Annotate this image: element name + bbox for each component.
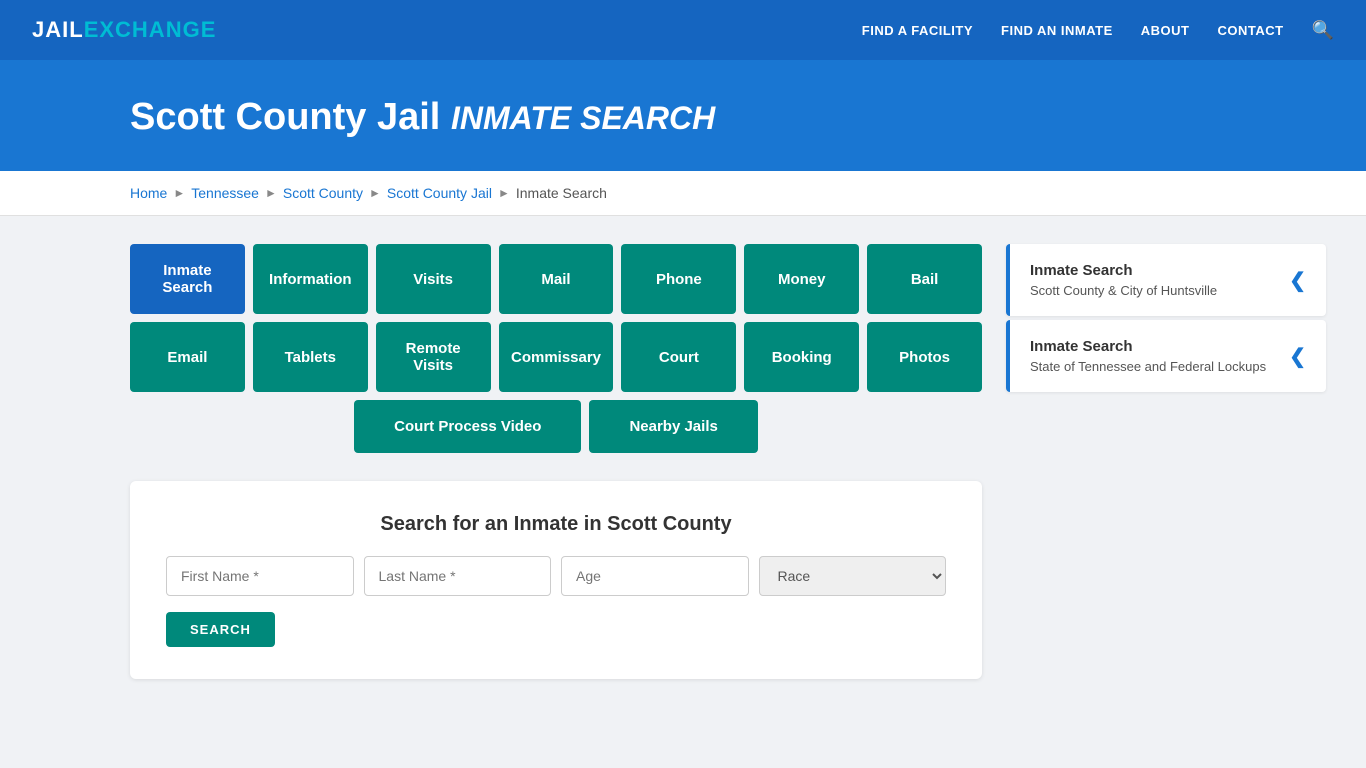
main-wrapper: Inmate Search Information Visits Mail Ph… [0,216,1366,707]
first-name-input[interactable] [166,556,354,596]
nav-find-inmate[interactable]: FIND AN INMATE [1001,23,1113,38]
search-fields: Race White Black Hispanic Asian Other [166,556,946,596]
nav-btn-visits[interactable]: Visits [376,244,491,314]
nav-btn-tablets[interactable]: Tablets [253,322,368,392]
logo-jail: JAIL [32,17,84,43]
navbar-links: FIND A FACILITY FIND AN INMATE ABOUT CON… [862,20,1334,41]
age-input[interactable] [561,556,749,596]
sidebar: Inmate Search Scott County & City of Hun… [1006,244,1326,679]
breadcrumb-home[interactable]: Home [130,185,167,201]
nav-btn-court-process-video[interactable]: Court Process Video [354,400,581,453]
breadcrumb-sep-2: ► [265,186,277,200]
nav-find-facility[interactable]: FIND A FACILITY [862,23,973,38]
page-title: Scott County Jail INMATE SEARCH [130,96,1326,139]
search-icon-button[interactable]: 🔍 [1312,20,1334,41]
breadcrumb-sep-4: ► [498,186,510,200]
sidebar-item-tennessee[interactable]: Inmate Search State of Tennessee and Fed… [1006,320,1326,392]
nav-btn-phone[interactable]: Phone [621,244,736,314]
hero-title-italic: INMATE SEARCH [451,100,715,136]
nav-btn-information[interactable]: Information [253,244,368,314]
nav-btn-photos[interactable]: Photos [867,322,982,392]
breadcrumb-scott-county-jail[interactable]: Scott County Jail [387,185,492,201]
logo-exchange: EXCHANGE [84,17,217,43]
nav-btn-commissary[interactable]: Commissary [499,322,614,392]
nav-btn-booking[interactable]: Booking [744,322,859,392]
nav-contact[interactable]: CONTACT [1217,23,1283,38]
search-card: Search for an Inmate in Scott County Rac… [130,481,982,679]
search-card-title: Search for an Inmate in Scott County [166,513,946,536]
hero-banner: Scott County Jail INMATE SEARCH [0,60,1366,171]
breadcrumb: Home ► Tennessee ► Scott County ► Scott … [0,171,1366,216]
nav-btn-email[interactable]: Email [130,322,245,392]
navbar: JAILEXCHANGE FIND A FACILITY FIND AN INM… [0,0,1366,60]
hero-title-main: Scott County Jail [130,96,440,138]
sidebar-item-subtitle-1: Scott County & City of Huntsville [1030,283,1217,298]
nav-btn-inmate-search[interactable]: Inmate Search [130,244,245,314]
content-area: Inmate Search Information Visits Mail Ph… [130,244,982,679]
nav-buttons: Inmate Search Information Visits Mail Ph… [130,244,982,453]
sidebar-item-subtitle-2: State of Tennessee and Federal Lockups [1030,359,1266,374]
nav-row-1: Inmate Search Information Visits Mail Ph… [130,244,982,314]
breadcrumb-current: Inmate Search [516,185,607,201]
chevron-down-icon-1: ❮ [1289,268,1306,293]
last-name-input[interactable] [364,556,552,596]
nav-btn-nearby-jails[interactable]: Nearby Jails [589,400,757,453]
nav-btn-remote-visits[interactable]: Remote Visits [376,322,491,392]
sidebar-item-text-1: Inmate Search Scott County & City of Hun… [1030,262,1217,298]
breadcrumb-scott-county[interactable]: Scott County [283,185,363,201]
sidebar-item-text-2: Inmate Search State of Tennessee and Fed… [1030,338,1266,374]
nav-btn-court[interactable]: Court [621,322,736,392]
sidebar-item-title-2: Inmate Search [1030,338,1266,355]
site-logo[interactable]: JAILEXCHANGE [32,17,216,43]
nav-btn-bail[interactable]: Bail [867,244,982,314]
nav-row-2: Email Tablets Remote Visits Commissary C… [130,322,982,392]
nav-btn-mail[interactable]: Mail [499,244,614,314]
nav-btn-money[interactable]: Money [744,244,859,314]
race-select[interactable]: Race White Black Hispanic Asian Other [759,556,947,596]
nav-row-last: Court Process Video Nearby Jails [130,400,982,453]
sidebar-item-title-1: Inmate Search [1030,262,1217,279]
breadcrumb-tennessee[interactable]: Tennessee [191,185,259,201]
breadcrumb-sep-3: ► [369,186,381,200]
search-button[interactable]: SEARCH [166,612,275,647]
nav-about[interactable]: ABOUT [1141,23,1190,38]
sidebar-item-scott-county[interactable]: Inmate Search Scott County & City of Hun… [1006,244,1326,316]
chevron-down-icon-2: ❮ [1289,344,1306,369]
breadcrumb-sep-1: ► [173,186,185,200]
